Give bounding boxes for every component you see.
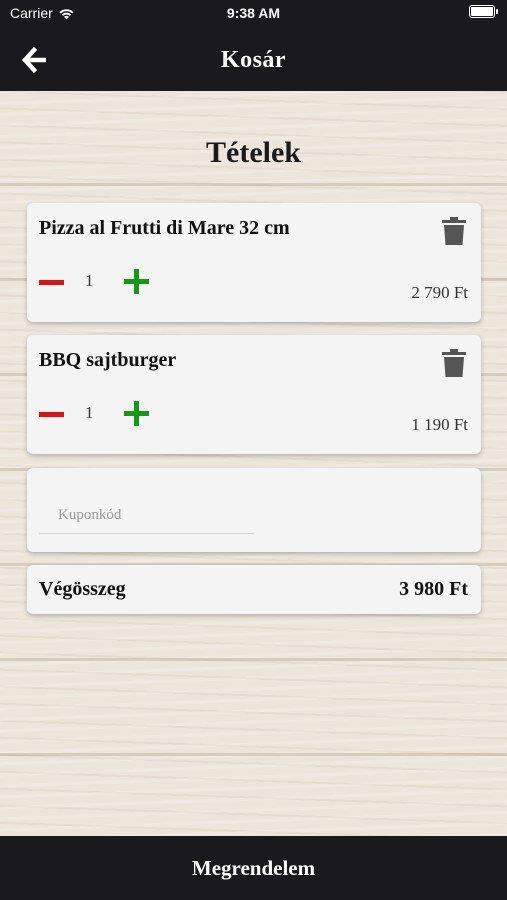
order-button[interactable]: Megrendelem <box>0 836 507 900</box>
quantity-value: 1 <box>85 403 94 422</box>
item-price: 2 790 Ft <box>411 283 468 302</box>
quantity-stepper: 1 <box>39 399 179 429</box>
item-name: BBQ sajtburger <box>39 349 177 371</box>
status-right <box>469 5 498 18</box>
order-button-label: Megrendelem <box>191 856 316 880</box>
decrease-quantity-button[interactable] <box>39 267 65 297</box>
total-value: 3 980 Ft <box>399 578 468 600</box>
cart-item: BBQ sajtburger 1 1 190 Ft <box>27 335 481 454</box>
status-bar: Carrier 9:38 AM <box>0 0 507 30</box>
increase-quantity-button[interactable] <box>124 401 150 427</box>
total-label: Végösszeg <box>39 578 126 600</box>
item-name: Pizza al Frutti di Mare 32 cm <box>39 217 290 239</box>
status-time: 9:38 AM <box>226 5 281 21</box>
increase-quantity-button[interactable] <box>124 269 150 295</box>
page-title: Kosár <box>220 47 287 73</box>
total-card: Végösszeg 3 980 Ft <box>27 565 481 614</box>
item-price: 1 190 Ft <box>411 415 468 434</box>
trash-icon[interactable] <box>442 217 466 245</box>
quantity-value: 1 <box>85 271 94 290</box>
coupon-card <box>27 468 481 552</box>
coupon-input[interactable] <box>39 498 254 534</box>
nav-bar: Kosár <box>0 30 507 91</box>
decrease-quantity-button[interactable] <box>39 399 65 429</box>
battery-icon <box>469 5 498 18</box>
section-title: Tételek <box>206 136 301 169</box>
cart-item: Pizza al Frutti di Mare 32 cm 1 2 790 Ft <box>27 203 481 322</box>
quantity-stepper: 1 <box>39 267 179 297</box>
trash-icon[interactable] <box>442 349 466 377</box>
